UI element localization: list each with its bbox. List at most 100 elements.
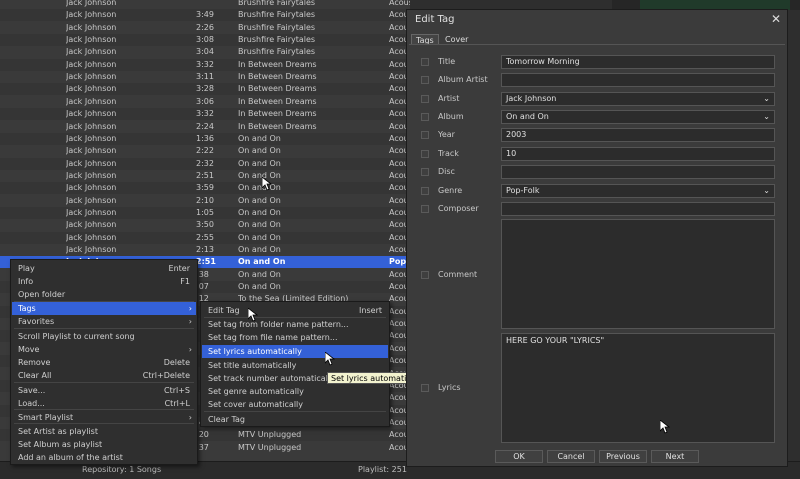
table-row[interactable]: Jack Johnson 3:32 In Between Dreams Acou <box>0 108 410 121</box>
cell-artist: Jack Johnson <box>66 146 117 156</box>
cell-artist: Jack Johnson <box>66 195 117 205</box>
menu-item-add-an-album-of-the-artist[interactable]: Add an album of the artist <box>12 451 196 464</box>
menu-item-save[interactable]: Save... Ctrl+S <box>12 384 196 397</box>
year-checkbox[interactable] <box>421 131 429 139</box>
cell-album: On and On <box>238 282 281 292</box>
comment-checkbox[interactable] <box>421 271 429 279</box>
table-row[interactable]: Jack Johnson 2:51 On and On Acou <box>0 170 410 182</box>
tooltip: Set lyrics automatica <box>327 372 407 384</box>
table-row[interactable]: Jack Johnson 3:28 In Between Dreams Acou <box>0 83 410 96</box>
table-row[interactable]: Jack Johnson 1:36 On and On Acou <box>0 132 410 145</box>
album-artist-field[interactable] <box>501 73 775 87</box>
table-row[interactable]: Jack Johnson 3:49 Brushfire Fairytales Acou <box>0 9 410 22</box>
menu-item-shortcut: Enter <box>168 264 190 273</box>
artist-checkbox[interactable] <box>421 95 429 103</box>
menu-item-set-tag-from-file-name-pattern[interactable]: Set tag from file name pattern... <box>202 331 388 344</box>
menu-item-label: Set Artist as playlist <box>18 427 98 436</box>
menu-item-set-genre-automatically[interactable]: Set genre automatically <box>202 385 388 398</box>
table-row[interactable]: Jack Johnson 3:32 In Between Dreams Acou <box>0 58 410 71</box>
composer-row: Composer <box>421 202 781 216</box>
table-row[interactable]: Jack Johnson 2:24 In Between Dreams Acou <box>0 121 410 133</box>
menu-item-remove[interactable]: Remove Delete <box>12 356 196 369</box>
disc-checkbox[interactable] <box>421 168 429 176</box>
menu-item-open-folder[interactable]: Open folder <box>12 288 196 301</box>
cell-length: 3:28 <box>196 84 214 94</box>
chevron-down-icon[interactable]: ⌄ <box>763 93 770 105</box>
cell-album: In Between Dreams <box>238 59 317 69</box>
lyrics-checkbox[interactable] <box>421 384 429 392</box>
composer-field[interactable] <box>501 202 775 216</box>
cell-album: On and On <box>238 158 281 168</box>
menu-item-favorites[interactable]: Favorites › <box>12 315 196 328</box>
chevron-down-icon[interactable]: ⌄ <box>763 185 770 197</box>
cell-length: 2:24 <box>196 121 214 131</box>
genre-row: Genre Pop-Folk ⌄ <box>421 184 781 198</box>
cell-album: On and On <box>238 133 281 143</box>
menu-item-play[interactable]: Play Enter <box>12 262 196 275</box>
menu-separator <box>14 382 194 383</box>
album-artist-checkbox[interactable] <box>421 76 429 84</box>
cell-artist: Jack Johnson <box>66 121 117 131</box>
cell-length: 3:06 <box>196 96 214 106</box>
table-row[interactable]: Jack Johnson 2:13 On and On Acou <box>0 244 410 256</box>
menu-item-set-tag-from-folder-name-pattern[interactable]: Set tag from folder name pattern... <box>202 318 388 331</box>
menu-item-label: Open folder <box>18 290 66 299</box>
table-row[interactable]: Jack Johnson 1:05 On and On Acou <box>0 206 410 219</box>
chevron-down-icon[interactable]: ⌄ <box>763 111 770 123</box>
menu-separator <box>14 301 194 302</box>
comment-textarea[interactable] <box>501 219 775 329</box>
table-row[interactable]: Jack Johnson 2:22 On and On Acou <box>0 145 410 157</box>
genre-combobox[interactable]: Pop-Folk ⌄ <box>501 184 775 198</box>
table-row[interactable]: Jack Johnson 3:06 In Between Dreams Acou <box>0 96 410 108</box>
album-checkbox[interactable] <box>421 113 429 121</box>
composer-checkbox[interactable] <box>421 205 429 213</box>
menu-item-set-title-automatically[interactable]: Set title automatically <box>202 359 388 372</box>
previous-button[interactable]: Previous <box>599 450 647 463</box>
table-row[interactable]: Jack Johnson 3:11 In Between Dreams Acou <box>0 71 410 83</box>
menu-item-move[interactable]: Move › <box>12 343 196 356</box>
genre-checkbox[interactable] <box>421 187 429 195</box>
table-row[interactable]: Jack Johnson 3:08 Brushfire Fairytales Acou <box>0 34 410 47</box>
next-button[interactable]: Next <box>651 450 699 463</box>
table-row[interactable]: Jack Johnson 3:50 On and On Acou <box>0 219 410 231</box>
menu-item-tags[interactable]: Tags › <box>12 302 196 315</box>
ok-button[interactable]: OK <box>495 450 543 463</box>
cell-artist: Jack Johnson <box>66 84 117 94</box>
menu-item-set-cover-automatically[interactable]: Set cover automatically <box>202 398 388 411</box>
table-row[interactable]: Jack Johnson 2:10 On and On Acou <box>0 195 410 207</box>
menu-item-set-artist-as-playlist[interactable]: Set Artist as playlist <box>12 425 196 438</box>
cell-length: 3:11 <box>196 72 214 82</box>
title-field[interactable]: Tomorrow Morning <box>501 55 775 69</box>
menu-item-clear-all[interactable]: Clear All Ctrl+Delete <box>12 369 196 382</box>
cell-album: MTV Unplugged <box>238 442 302 452</box>
track-label: Track <box>438 149 459 158</box>
lyrics-textarea[interactable]: HERE GO YOUR "LYRICS" <box>501 333 775 443</box>
menu-item-label: Clear Tag <box>208 415 246 424</box>
table-row[interactable]: Jack Johnson Brushfire Fairytales Acoustic… <box>0 0 410 9</box>
disc-field[interactable] <box>501 165 775 179</box>
cell-album: On and On <box>238 245 281 254</box>
cell-artist: Jack Johnson <box>66 96 117 106</box>
table-row[interactable]: Jack Johnson 2:55 On and On Acou <box>0 231 410 244</box>
table-row[interactable]: Jack Johnson 2:26 Brushfire Fairytales Acou <box>0 22 410 34</box>
artist-combobox[interactable]: Jack Johnson ⌄ <box>501 92 775 106</box>
track-field[interactable]: 10 <box>501 147 775 161</box>
menu-item-edit-tag[interactable]: Edit Tag Insert <box>202 304 388 317</box>
cell-album: On and On <box>238 195 281 205</box>
album-artist-label: Album Artist <box>438 75 488 84</box>
menu-item-set-album-as-playlist[interactable]: Set Album as playlist <box>12 438 196 451</box>
menu-item-set-lyrics-automatically[interactable]: Set lyrics automatically <box>202 345 388 358</box>
table-row[interactable]: Jack Johnson 3:04 Brushfire Fairytales Acou <box>0 46 410 58</box>
close-icon[interactable]: ✕ <box>771 12 781 26</box>
album-combobox[interactable]: On and On ⌄ <box>501 110 775 124</box>
menu-item-info[interactable]: Info F1 <box>12 275 196 288</box>
cell-length: 1:05 <box>196 207 214 217</box>
title-checkbox[interactable] <box>421 58 429 66</box>
cancel-button[interactable]: Cancel <box>547 450 595 463</box>
menu-item-scroll-playlist-to-current-song[interactable]: Scroll Playlist to current song <box>12 330 196 343</box>
track-checkbox[interactable] <box>421 150 429 158</box>
table-row[interactable]: Jack Johnson 3:59 On and On Acou <box>0 182 410 195</box>
table-row[interactable]: Jack Johnson 2:32 On and On Acou <box>0 157 410 170</box>
year-field[interactable]: 2003 <box>501 128 775 142</box>
menu-item-clear-tag[interactable]: Clear Tag <box>202 413 388 426</box>
